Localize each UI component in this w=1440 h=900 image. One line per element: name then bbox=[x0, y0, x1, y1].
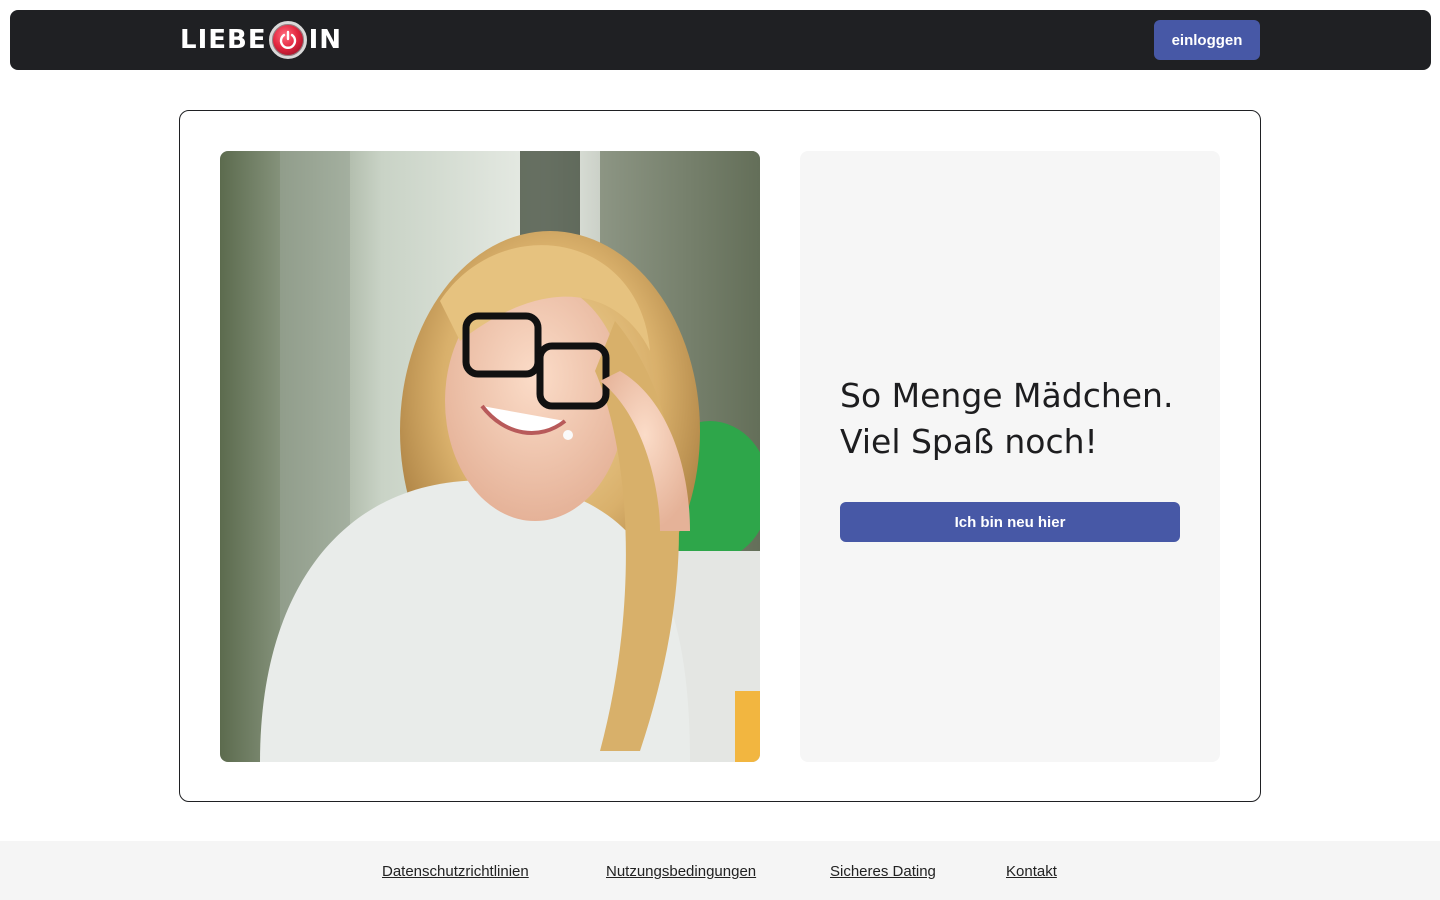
top-navbar: LIEBE IN einloggen bbox=[10, 10, 1431, 70]
new-here-button[interactable]: Ich bin neu hier bbox=[840, 502, 1180, 542]
hero-photo bbox=[220, 151, 760, 762]
footer-link-terms[interactable]: Nutzungsbedingungen bbox=[606, 863, 756, 880]
signup-panel: So Menge Mädchen. Viel Spaß noch! Ich bi… bbox=[800, 151, 1220, 762]
footer-link-contact[interactable]: Kontakt bbox=[1006, 863, 1057, 880]
footer-link-privacy[interactable]: Datenschutzrichtlinien bbox=[382, 863, 529, 880]
footer: Datenschutzrichtlinien Nutzungsbedingung… bbox=[0, 841, 1440, 900]
headline-line-1: So Menge Mädchen. bbox=[840, 376, 1174, 415]
hero-headline: So Menge Mädchen. Viel Spaß noch! bbox=[840, 373, 1200, 465]
footer-link-safe-dating[interactable]: Sicheres Dating bbox=[830, 863, 936, 880]
logo-text-left: LIEBE bbox=[180, 25, 267, 55]
site-logo[interactable]: LIEBE IN bbox=[180, 21, 343, 59]
headline-line-2: Viel Spaß noch! bbox=[840, 422, 1098, 461]
logo-text-right: IN bbox=[308, 25, 343, 55]
power-heart-icon bbox=[268, 21, 307, 59]
hero-card: So Menge Mädchen. Viel Spaß noch! Ich bi… bbox=[179, 110, 1261, 802]
login-button[interactable]: einloggen bbox=[1154, 20, 1260, 60]
